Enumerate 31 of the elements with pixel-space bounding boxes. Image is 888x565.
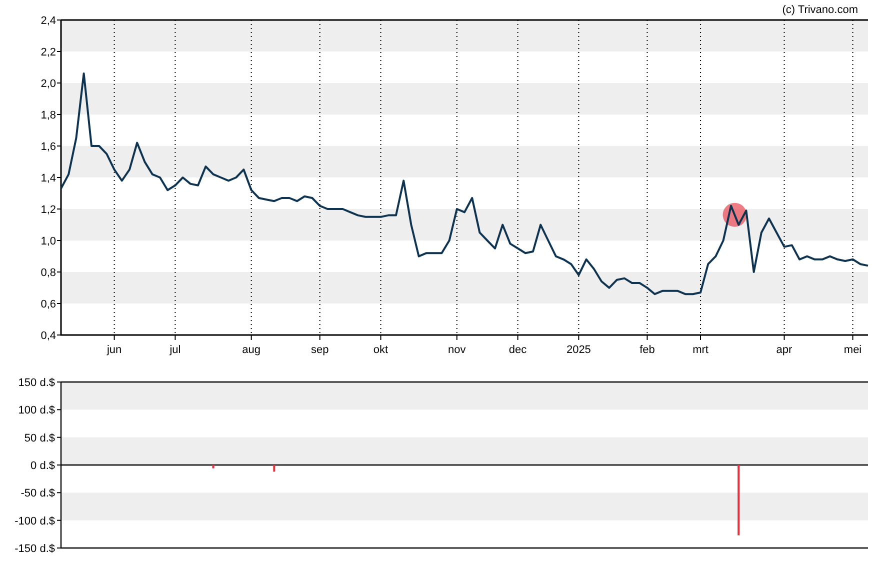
axis-tick-label: -50 d.$ [20,488,55,500]
axis-tick-label: 2,4 [40,15,56,27]
axis-tick-label: jun [106,344,122,356]
axis-tick-label: 1,2 [40,204,56,216]
axis-tick-label: 1,4 [40,172,56,184]
axis-tick-label: 50 d.$ [24,432,55,444]
axis-tick-label: nov [448,344,466,356]
axis-tick-label: -100 d.$ [14,515,55,528]
axis-tick-label: -150 d.$ [14,543,55,555]
axis-tick-label: mrt [692,344,708,356]
axis-tick-label: 0,8 [40,267,56,279]
axis-tick-label: okt [373,344,388,356]
axis-tick-label: 0,6 [40,298,56,310]
axis-tick-label: 1,0 [40,236,56,248]
axis-tick-label: mei [844,344,862,356]
axis-tick-label: jul [170,344,181,356]
axis-tick-label: 100 d.$ [18,404,55,417]
copyright-label: (c) Trivano.com [782,4,858,16]
axis-tick-label: feb [640,344,655,356]
axis-tick-label: 150 d.$ [18,377,55,389]
axis-tick-label: 0,4 [40,330,56,342]
axis-tick-label: apr [776,344,792,356]
axis-tick-label: 2,0 [40,78,56,90]
axis-tick-label: 0 d.$ [30,460,55,472]
axis-tick-label: 1,8 [40,110,56,122]
axis-tick-label: 1,6 [40,141,56,153]
axis-tick-label: dec [508,344,527,356]
axis-tick-label: sep [310,344,329,356]
axis-tick-label: 2,2 [40,46,56,58]
axis-tick-label: aug [242,344,260,356]
axis-tick-label: 2025 [566,344,591,356]
